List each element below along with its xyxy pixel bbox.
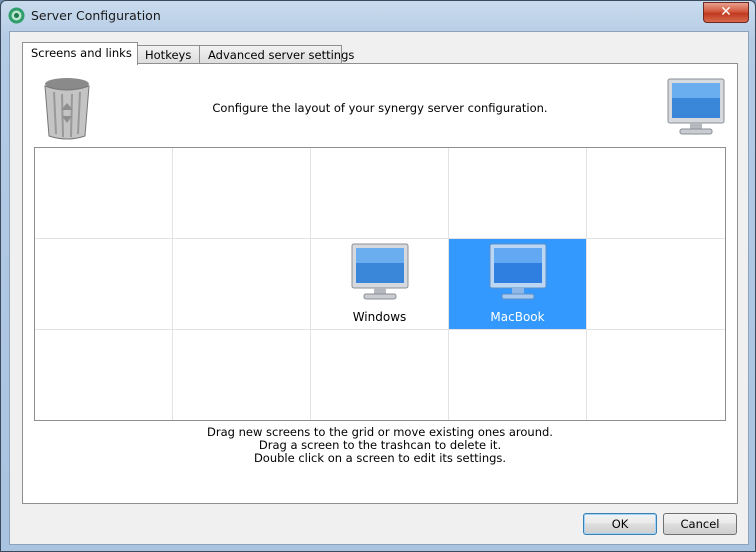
monitor-icon [489, 243, 547, 300]
server-configuration-window: Server Configuration ✕ Screens and links… [0, 0, 756, 552]
synergy-app-icon [8, 7, 25, 24]
monitor-icon[interactable] [666, 78, 726, 136]
screen-windows[interactable]: Windows [311, 239, 448, 329]
dialog-client-area: Screens and links Hotkeys Advanced serve… [9, 31, 749, 545]
screen-macbook[interactable]: MacBook [449, 239, 586, 329]
monitor-icon [351, 243, 409, 300]
screen-label: MacBook [490, 310, 545, 324]
configure-layout-text: Configure the layout of your synergy ser… [212, 101, 548, 115]
tab-advanced-server-settings[interactable]: Advanced server settings [199, 45, 354, 64]
grid-line [172, 148, 173, 420]
screens-and-links-panel: Configure the layout of your synergy ser… [22, 63, 738, 504]
cancel-button[interactable]: Cancel [663, 513, 737, 535]
grid-line [586, 148, 587, 420]
tab-hotkeys[interactable]: Hotkeys [136, 45, 201, 64]
tab-screens-and-links[interactable]: Screens and links [22, 42, 138, 65]
ok-button[interactable]: OK [583, 513, 657, 535]
screen-grid[interactable]: Windows MacBook [34, 147, 726, 421]
close-button[interactable]: ✕ [703, 2, 749, 23]
window-title: Server Configuration [31, 8, 161, 23]
screen-label: Windows [352, 310, 407, 324]
title-bar[interactable]: Server Configuration ✕ [1, 1, 755, 31]
instructions: Drag new screens to the grid or move exi… [23, 426, 737, 465]
grid-line [35, 329, 725, 330]
instruction-line: Double click on a screen to edit its set… [253, 451, 507, 465]
